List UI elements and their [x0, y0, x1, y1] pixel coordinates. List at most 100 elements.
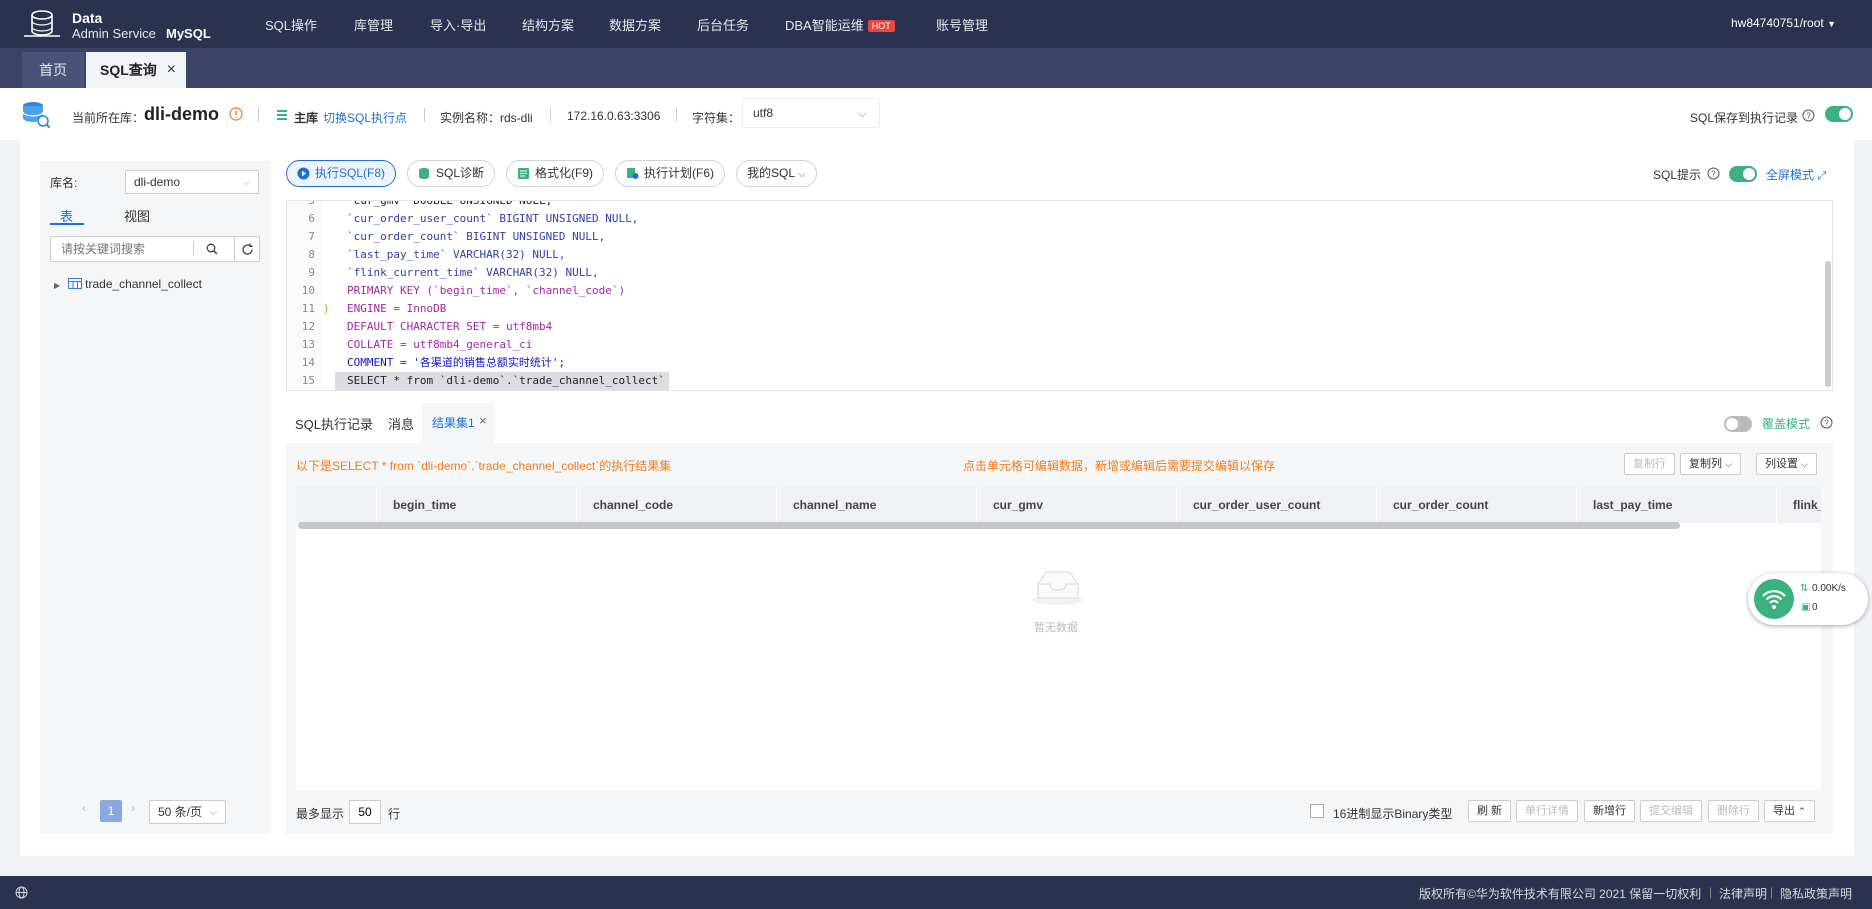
my-sql-dropdown[interactable]: 我的SQL ⌵	[736, 160, 817, 187]
tab-sql-history[interactable]: SQL执行记录	[295, 414, 373, 433]
copy-column-button[interactable]: 复制列 ⌵	[1680, 453, 1741, 475]
line-number: 8	[308, 248, 315, 261]
caret-right-icon[interactable]: ▶	[54, 281, 60, 290]
column-header[interactable]: cur_order_count	[1376, 487, 1576, 523]
column-header[interactable]: begin_time	[376, 487, 576, 523]
row-detail-button[interactable]: 单行详情	[1516, 800, 1578, 822]
privacy-link[interactable]: 隐私政策声明	[1780, 885, 1852, 902]
line-text: PRIMARY KEY (`begin_time`, `channel_code…	[347, 284, 626, 297]
save-history-toggle[interactable]	[1825, 106, 1853, 122]
nav-sql-ops[interactable]: SQL操作	[265, 15, 317, 34]
top-navbar: Data Admin Service MySQL SQL操作 库管理 导入·导出…	[0, 0, 1872, 48]
speed-arrows-icon: ⇅	[1800, 583, 1809, 594]
tab-result-set-label: 结果集1	[432, 416, 475, 430]
page-number[interactable]: 1	[100, 800, 122, 822]
binary-hex-checkbox[interactable]	[1310, 804, 1324, 818]
database-icon	[22, 102, 50, 128]
code-lines[interactable]: 5 `cur_gmv` DOUBLE UNSIGNED NULL, 6 `cur_o…	[287, 201, 1807, 390]
switch-exec-point-link[interactable]: 切换SQL执行点	[323, 109, 407, 126]
nav-background-tasks[interactable]: 后台任务	[697, 15, 749, 34]
tab-result-set[interactable]: 结果集1 ×	[422, 403, 494, 443]
max-rows-input[interactable]	[349, 800, 381, 824]
format-button[interactable]: 格式化(F9)	[506, 160, 604, 187]
main-db-label: 主库	[294, 111, 319, 125]
nav-db-manage[interactable]: 库管理	[354, 15, 393, 34]
current-db-name: dli-demo	[144, 104, 219, 124]
instance-ip: 172.16.0.63:3306	[567, 109, 661, 123]
column-header[interactable]: channel_code	[576, 487, 776, 523]
code-line: 11) ENGINE = InnoDB	[287, 300, 1807, 318]
column-header[interactable]: cur_order_user_count	[1176, 487, 1376, 523]
line-number: 10	[301, 284, 315, 297]
sql-diagnose-button[interactable]: SQL诊断	[407, 160, 496, 187]
nav-import-export[interactable]: 导入·导出	[430, 15, 486, 34]
line-number: 7	[308, 230, 315, 243]
column-header[interactable]: cur_gmv	[976, 487, 1176, 523]
overlay-mode-label: 覆盖模式	[1762, 417, 1811, 431]
user-menu[interactable]: hw84740751/root ▼	[1731, 16, 1836, 30]
empty-inbox-icon	[1032, 571, 1084, 605]
charset-select[interactable]: utf8 ⌵	[742, 98, 880, 128]
info-icon[interactable]	[229, 107, 243, 121]
grid-header: begin_time channel_code channel_name cur…	[296, 487, 1821, 523]
page-size-select[interactable]: 50 条/页 ⌵	[149, 800, 226, 824]
copy-row-button[interactable]: 复制行	[1624, 453, 1675, 475]
db-info-bar: 当前所在库： dli-demo 主库 切换SQL执行点 实例名称：rds-dli…	[0, 88, 1872, 140]
overlay-mode-toggle[interactable]	[1724, 416, 1752, 432]
execute-sql-button[interactable]: 执行SQL(F8)	[286, 160, 397, 187]
help-icon[interactable]: ?	[1820, 416, 1833, 429]
hot-badge: HOT	[867, 20, 895, 32]
export-button[interactable]: 导出 ⌃	[1764, 800, 1815, 822]
close-icon[interactable]: ×	[479, 413, 487, 428]
line-number: 12	[301, 320, 315, 333]
fullscreen-link[interactable]: 全屏模式 ⤢	[1766, 166, 1826, 183]
db-select[interactable]: dli-demo ⌵	[125, 170, 259, 194]
code-line: 13 COLLATE = utf8mb4_general_ci	[287, 336, 1807, 354]
column-header[interactable]: channel_name	[776, 487, 976, 523]
sql-editor[interactable]: 5 `cur_gmv` DOUBLE UNSIGNED NULL, 6 `cur_o…	[286, 200, 1833, 391]
tab-messages[interactable]: 消息	[388, 414, 414, 433]
line-text: ENGINE = InnoDB	[347, 302, 447, 315]
tree-item-table[interactable]: ▶ trade_channel_collect	[54, 277, 202, 291]
network-monitor-widget[interactable]: ⇅ 0.00K/s ▣ 0	[1748, 573, 1868, 625]
chevron-down-icon: ⌵	[797, 169, 806, 180]
help-icon[interactable]: ?	[1707, 167, 1720, 180]
column-header[interactable]: last_pay_time	[1576, 487, 1776, 523]
editor-scrollbar[interactable]	[1825, 261, 1831, 387]
refresh-tables-button[interactable]	[234, 236, 260, 262]
close-icon[interactable]: ×	[167, 52, 176, 88]
nav-data-plan[interactable]: 数据方案	[609, 15, 661, 34]
prev-page-icon[interactable]: ‹	[82, 801, 86, 815]
nav-dba-ops[interactable]: DBA智能运维 HOT	[785, 15, 895, 34]
nav-account-manage[interactable]: 账号管理	[936, 15, 988, 34]
execution-plan-button[interactable]: 执行计划(F6)	[615, 160, 725, 187]
network-count: 0	[1812, 602, 1818, 613]
sql-hint-toggle[interactable]	[1729, 166, 1757, 182]
refresh-button[interactable]: 刷 新	[1468, 800, 1512, 822]
empty-text: 暂无数据	[1034, 622, 1078, 634]
binary-hex-label: 16进制显示Binary类型	[1333, 807, 1453, 821]
instance-name: 实例名称：rds-dli	[440, 111, 533, 125]
database-logo-icon	[24, 10, 60, 37]
next-page-icon[interactable]: ›	[131, 801, 135, 815]
submit-edit-button[interactable]: 提交编辑	[1640, 800, 1702, 822]
nav-schema-plan[interactable]: 结构方案	[522, 15, 574, 34]
grid-horizontal-scrollbar[interactable]	[298, 522, 1680, 529]
tab-home[interactable]: 首页	[22, 52, 84, 88]
sql-hint-label: SQL提示	[1653, 168, 1702, 182]
code-line: 12 DEFAULT CHARACTER SET = utf8mb4	[287, 318, 1807, 336]
tab-sql-query[interactable]: SQL查询 ×	[86, 52, 186, 88]
help-icon[interactable]: ?	[1802, 109, 1815, 122]
network-speed: 0.00K/s	[1812, 583, 1846, 594]
table-search-input[interactable]	[51, 237, 193, 261]
delete-row-button[interactable]: 删除行	[1708, 800, 1759, 822]
legal-link[interactable]: 法律声明	[1719, 885, 1767, 902]
brand-subtitle: Admin Service	[72, 26, 156, 41]
column-settings-button[interactable]: 列设置 ⌵	[1756, 453, 1817, 475]
tab-views[interactable]: 视图	[124, 206, 150, 225]
column-header[interactable]: flink_	[1776, 487, 1821, 523]
user-name: hw84740751/root	[1730, 16, 1824, 30]
add-row-button[interactable]: 新增行	[1584, 800, 1635, 822]
globe-icon[interactable]	[15, 886, 28, 899]
search-icon[interactable]	[206, 243, 218, 255]
